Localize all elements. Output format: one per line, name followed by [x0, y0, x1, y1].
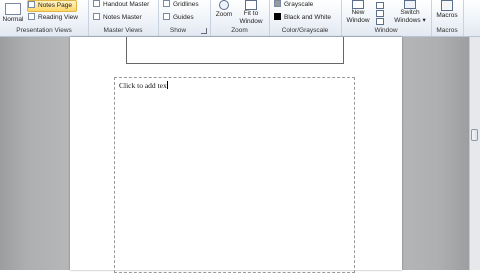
chevron-down-icon: ▾	[422, 16, 426, 24]
text-cursor	[166, 81, 168, 89]
show-dialog-launcher-icon[interactable]	[201, 28, 207, 34]
notes-page-icon	[28, 1, 35, 8]
new-window-button[interactable]: New Window	[343, 0, 373, 24]
window-small-button-icon[interactable]	[376, 2, 384, 9]
window-small-button-icon[interactable]	[376, 10, 384, 17]
notes-page-button[interactable]: Notes Page	[27, 0, 77, 12]
slide-thumbnail[interactable]	[126, 37, 344, 64]
notes-master-icon	[93, 13, 100, 20]
reading-view-icon	[28, 13, 35, 20]
group-label-master-views: Master Views	[103, 27, 143, 34]
notes-placeholder-text: Click to add tex	[119, 81, 167, 90]
notes-placeholder[interactable]: Click to add tex	[114, 77, 355, 273]
document-workspace: Click to add tex	[0, 37, 480, 273]
group-label-presentation-views: Presentation Views	[16, 27, 72, 34]
gridlines-checkbox[interactable]: Gridlines	[163, 0, 199, 10]
handout-master-icon	[93, 0, 100, 7]
checkbox-icon	[163, 13, 170, 20]
fit-to-window-icon	[245, 0, 257, 10]
zoom-button[interactable]: Zoom	[213, 0, 235, 19]
checkbox-icon	[163, 0, 170, 7]
workspace-margin-left	[0, 37, 70, 270]
grayscale-icon	[274, 0, 281, 7]
notes-page: Click to add tex	[70, 37, 402, 273]
handout-master-button[interactable]: Handout Master	[93, 0, 149, 10]
group-label-zoom: Zoom	[231, 27, 248, 34]
normal-view-button[interactable]: Normal	[2, 3, 24, 24]
fit-to-window-button[interactable]: Fit to Window	[236, 0, 266, 25]
grayscale-button[interactable]: Grayscale	[274, 0, 313, 10]
vertical-scrollbar[interactable]	[469, 37, 480, 270]
workspace-margin-right	[392, 37, 470, 270]
macros-icon	[441, 0, 453, 11]
macros-button[interactable]: Macros	[433, 0, 461, 20]
group-label-macros: Macros	[436, 27, 458, 34]
group-label-show: Show	[169, 27, 187, 34]
reading-view-button[interactable]: Reading View	[28, 13, 78, 23]
black-and-white-button[interactable]: Black and White	[274, 13, 331, 23]
switch-windows-button[interactable]: Switch Windows ▾	[390, 0, 430, 24]
switch-windows-icon	[404, 0, 416, 9]
magnifier-icon	[219, 0, 229, 10]
group-label-color-grayscale: Color/Grayscale	[281, 27, 329, 34]
window-small-button-icon[interactable]	[376, 18, 384, 25]
new-window-icon	[352, 0, 364, 9]
group-label-window: Window	[374, 27, 398, 34]
black-and-white-icon	[274, 13, 281, 20]
normal-view-icon	[5, 3, 21, 15]
guides-checkbox[interactable]: Guides	[163, 13, 194, 23]
notes-master-button[interactable]: Notes Master	[93, 13, 142, 23]
ribbon: Normal Notes Page Reading View Presentat…	[0, 0, 480, 37]
scrollbar-thumb[interactable]	[471, 129, 478, 141]
separator	[463, 0, 464, 36]
